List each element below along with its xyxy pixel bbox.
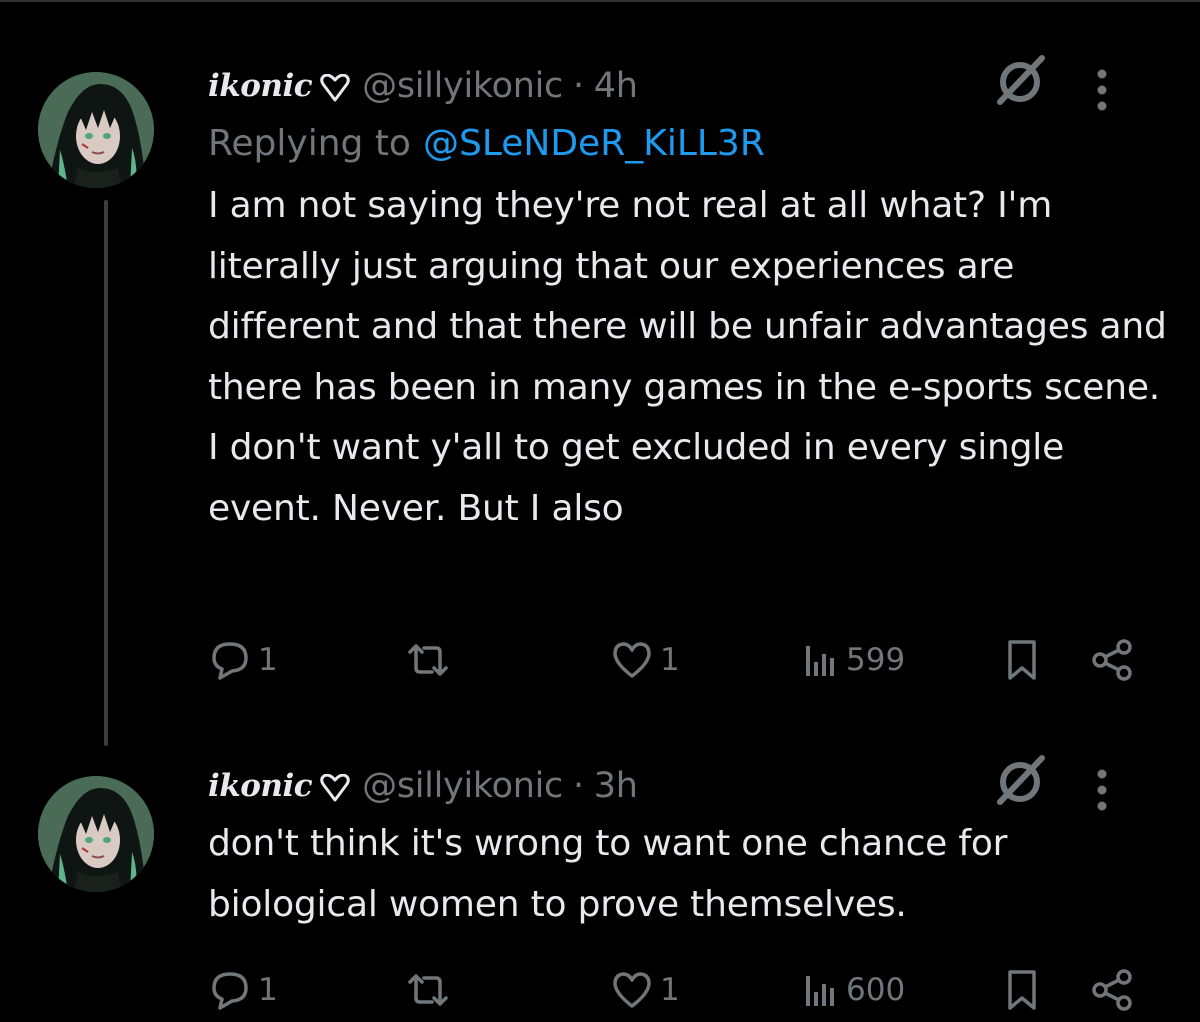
timestamp[interactable]: 4h [594,66,638,106]
tweet[interactable]: ikonic @sillyikonic · 3h don't think it'… [0,730,1200,1022]
more-options-icon[interactable] [1096,768,1108,812]
replying-to: Replying to @SLeNDeR_KiLL3R [208,112,1160,174]
avatar[interactable] [38,776,154,892]
repost-button[interactable] [404,630,458,690]
grok-icon[interactable] [992,52,1052,108]
avatar-image [38,776,154,892]
timestamp[interactable]: 3h [594,766,638,806]
repost-icon [408,644,448,676]
handle[interactable]: @sillyikonic [362,66,563,106]
tweet-actions: 1 1 599 [208,630,1148,690]
display-name[interactable]: ikonic [208,68,313,104]
handle[interactable]: @sillyikonic [362,766,563,806]
tweet-content: ikonic @sillyikonic · 3h don't think it'… [208,755,1160,935]
thread-connector-line [104,200,108,746]
view-count: 600 [846,972,906,1008]
display-name[interactable]: ikonic [208,768,313,804]
reply-bubble-icon [212,642,248,680]
separator-dot: · [572,766,584,806]
views-button[interactable]: 600 [800,960,905,1020]
like-count: 1 [660,642,680,678]
like-button[interactable]: 1 [610,960,680,1020]
share-icon [1092,639,1132,681]
share-icon [1092,969,1132,1011]
bookmark-icon [1008,970,1036,1010]
views-bars-icon [806,976,834,1006]
tweet-actions: 1 1 600 [208,960,1148,1020]
like-count: 1 [660,972,680,1008]
tweet-text: don't think it's wrong to want one chanc… [208,823,1019,925]
views-bars-icon [806,646,834,676]
heart-icon [613,642,651,678]
view-count: 599 [846,642,906,678]
reply-button[interactable]: 1 [208,960,278,1020]
reply-button[interactable]: 1 [208,630,278,690]
heart-outline-icon [320,73,350,102]
tweet[interactable]: ikonic @sillyikonic · 4h Replying to @SL… [0,0,1200,746]
bookmark-button[interactable] [1002,960,1042,1020]
share-button[interactable] [1088,630,1136,690]
tweet-content: ikonic @sillyikonic · 4h Replying to @SL… [208,55,1167,539]
separator-dot: · [572,66,584,106]
repost-button[interactable] [404,960,458,1020]
repost-icon [408,974,448,1006]
reply-count: 1 [258,972,278,1008]
reply-count: 1 [258,642,278,678]
reply-bubble-icon [212,972,248,1010]
share-button[interactable] [1088,960,1136,1020]
bookmark-button[interactable] [1002,630,1042,690]
replying-to-label: Replying to [208,122,411,164]
avatar-image [38,72,154,188]
grok-icon[interactable] [992,752,1052,808]
more-options-icon[interactable] [1096,68,1108,112]
heart-outline-icon [320,773,350,802]
bookmark-icon [1008,640,1036,680]
avatar[interactable] [38,72,154,188]
tweet-text: I am not saying they're not real at all … [208,185,1178,529]
replying-to-handle-link[interactable]: @SLeNDeR_KiLL3R [423,123,765,164]
heart-icon [613,972,651,1008]
like-button[interactable]: 1 [610,630,680,690]
views-button[interactable]: 599 [800,630,905,690]
